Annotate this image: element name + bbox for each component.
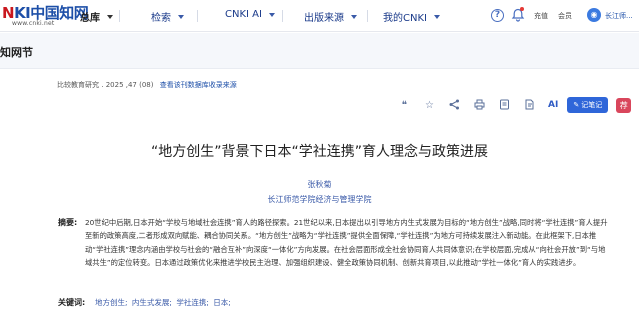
keyword-link[interactable]: 内生式发展; <box>132 298 172 307</box>
recharge-link[interactable]: 充值 <box>534 11 548 21</box>
nav-my-cnki[interactable]: 我的CNKI <box>383 9 440 24</box>
nav-my-cnki-label: 我的CNKI <box>383 13 427 24</box>
database-selector[interactable]: 总库 <box>80 9 113 24</box>
chevron-down-icon <box>268 12 275 17</box>
article-author[interactable]: 张秋菊 <box>0 179 639 190</box>
nav-divider <box>119 10 120 22</box>
source-line: 比较教育研究 . 2025 ,47 (08) 查看该刊数据库收录来源 <box>57 81 237 89</box>
document-icon[interactable] <box>523 99 536 112</box>
star-icon[interactable]: ☆ <box>423 99 436 112</box>
chevron-down-icon <box>433 14 440 19</box>
keyword-link[interactable]: 地方创生; <box>95 298 128 307</box>
article-toolbar: ❝ ☆ AI ✎ 记笔记 荐 <box>398 97 632 113</box>
nav-cnki-ai-label: CNKI AI <box>225 9 262 20</box>
nav-divider <box>197 10 198 22</box>
member-link[interactable]: 会员 <box>558 11 572 21</box>
bookmark-icon[interactable]: 荐 <box>616 97 632 113</box>
chevron-down-icon <box>351 14 357 19</box>
article-title: “地方创生”背景下日本“学社连携”育人理念与政策进展 <box>150 144 488 160</box>
nav-search-label: 检索 <box>151 13 171 24</box>
print-icon[interactable] <box>473 99 486 112</box>
keywords-list: 地方创生; 内生式发展; 学社连携; 日本; <box>95 297 233 308</box>
article-affiliation[interactable]: 长江师范学院经济与管理学院 <box>0 194 639 205</box>
user-avatar[interactable]: ◉ <box>587 8 601 22</box>
section-title: 知网节 <box>0 46 33 59</box>
database-selector-label: 总库 <box>80 13 100 24</box>
chevron-down-icon <box>107 14 113 19</box>
pencil-icon: ✎ <box>573 101 580 109</box>
cnki-logo[interactable]: NKI中国知网 www.cnki.net <box>2 4 89 28</box>
nav-cnki-ai[interactable]: CNKI AI <box>225 9 275 20</box>
nav-divider <box>282 10 283 22</box>
logo-mark: NKI中国知网 <box>2 4 89 22</box>
help-icon[interactable]: ? <box>491 9 504 22</box>
top-navbar: NKI中国知网 www.cnki.net 总库 检索 CNKI AI 出版来源 … <box>0 0 639 32</box>
journal-name[interactable]: 比较教育研究 <box>57 81 99 89</box>
indexing-source-link[interactable]: 查看该刊数据库收录来源 <box>160 81 237 89</box>
journal-issue[interactable]: 2025 ,47 (08) <box>106 81 154 89</box>
nav-search[interactable]: 检索 <box>151 9 184 24</box>
user-name[interactable]: 长江师... <box>605 11 633 21</box>
download-icon[interactable] <box>498 99 511 112</box>
share-icon[interactable] <box>448 99 461 112</box>
keyword-link[interactable]: 日本; <box>213 298 231 307</box>
take-notes-button[interactable]: ✎ 记笔记 <box>567 97 609 113</box>
nav-divider <box>367 10 368 22</box>
ai-button[interactable]: AI <box>548 100 558 110</box>
abstract-label: 摘要: <box>58 218 78 227</box>
keyword-link[interactable]: 学社连携; <box>176 298 209 307</box>
abstract-text: 20世纪中后期,日本开始“学校与地域社会连携”育人的路径探索。21世纪以来,日本… <box>85 218 608 268</box>
nav-publication-source-label: 出版来源 <box>304 13 344 24</box>
nav-publication-source[interactable]: 出版来源 <box>304 9 357 24</box>
chevron-down-icon <box>178 14 184 19</box>
notification-dot <box>520 7 524 11</box>
section-bar: 知网节 <box>0 33 639 69</box>
take-notes-label: 记笔记 <box>581 101 603 109</box>
logo-url: www.cnki.net <box>12 20 55 27</box>
keywords-label: 关键词: <box>58 298 86 307</box>
quote-icon[interactable]: ❝ <box>398 99 411 112</box>
